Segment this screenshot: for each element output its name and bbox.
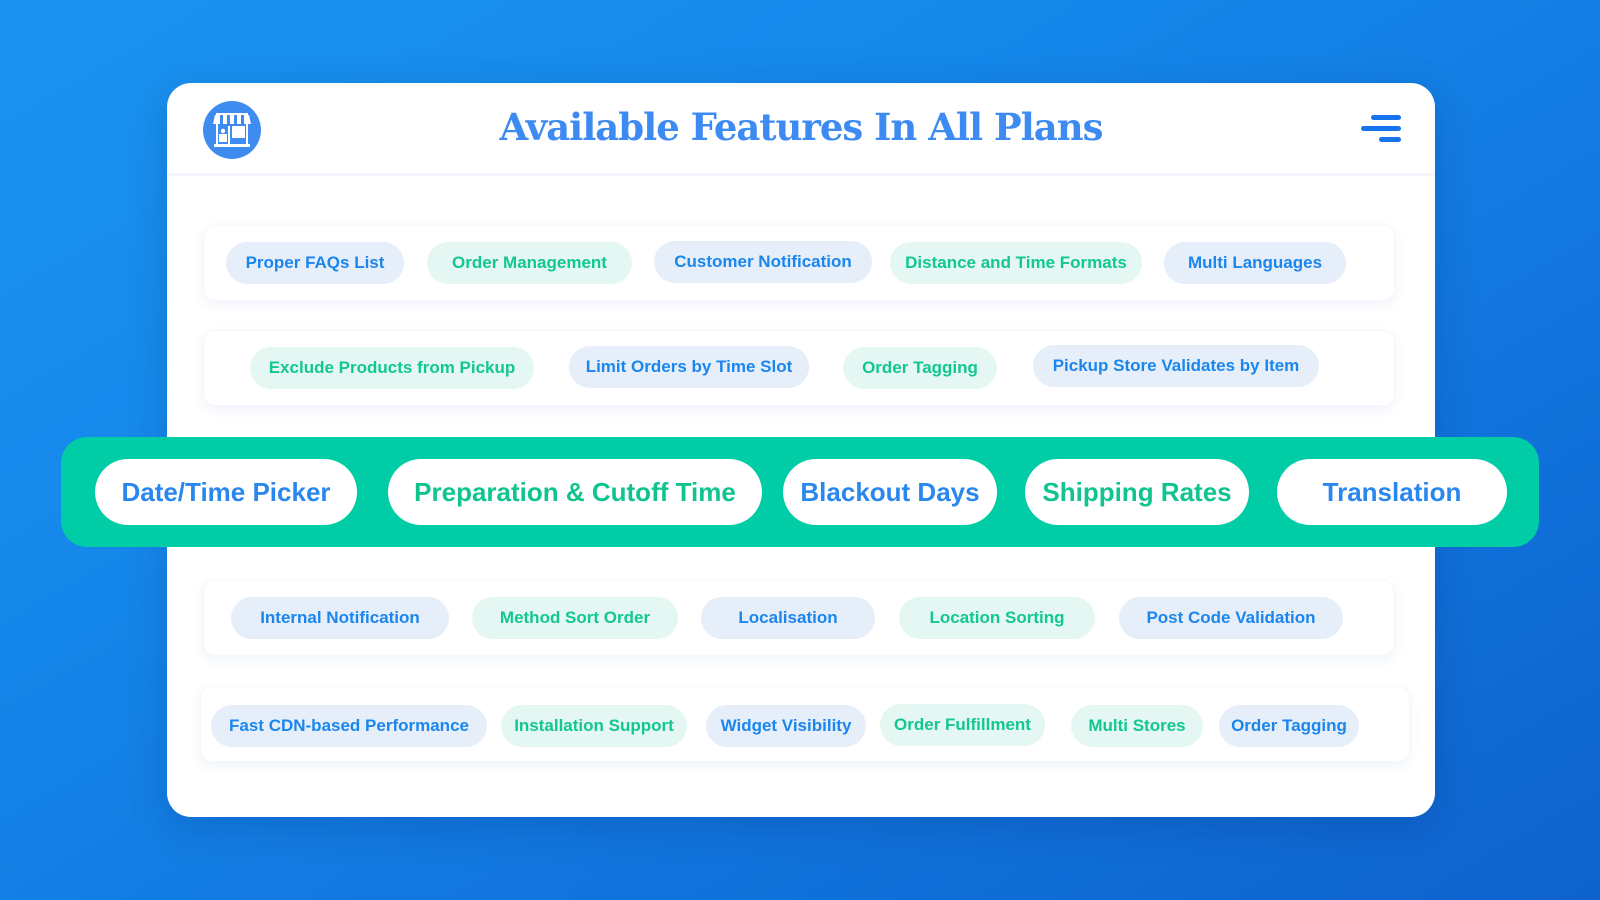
feature-pill[interactable]: Customer Notification xyxy=(654,241,872,283)
highlighted-feature-pill[interactable]: Translation xyxy=(1277,459,1507,525)
feature-row: Exclude Products from Pickup Limit Order… xyxy=(203,330,1395,406)
feature-row: Fast CDN-based Performance Installation … xyxy=(200,686,1410,762)
page-title: Available Features In All Plans xyxy=(499,105,1104,149)
feature-pill[interactable]: Pickup Store Validates by Item xyxy=(1033,345,1319,387)
feature-pill[interactable]: Multi Languages xyxy=(1164,242,1346,284)
feature-pill[interactable]: Localisation xyxy=(701,597,875,639)
feature-pill[interactable]: Multi Stores xyxy=(1071,705,1203,747)
feature-pill[interactable]: Exclude Products from Pickup xyxy=(250,347,534,389)
highlighted-feature-pill[interactable]: Preparation & Cutoff Time xyxy=(388,459,762,525)
highlighted-feature-pill[interactable]: Blackout Days xyxy=(783,459,997,525)
feature-pill[interactable]: Order Tagging xyxy=(843,347,997,389)
feature-row: Internal Notification Method Sort Order … xyxy=(203,580,1395,656)
feature-pill[interactable]: Fast CDN-based Performance xyxy=(211,705,487,747)
highlighted-feature-pill[interactable]: Date/Time Picker xyxy=(95,459,357,525)
feature-pill[interactable]: Distance and Time Formats xyxy=(890,242,1142,284)
feature-pill[interactable]: Internal Notification xyxy=(231,597,449,639)
feature-pill[interactable]: Installation Support xyxy=(501,705,687,747)
feature-pill[interactable]: Limit Orders by Time Slot xyxy=(569,346,809,388)
feature-pill[interactable]: Widget Visibility xyxy=(706,705,866,747)
card-header: Available Features In All Plans xyxy=(167,83,1435,176)
menu-icon[interactable] xyxy=(1359,113,1401,147)
feature-pill[interactable]: Order Tagging xyxy=(1219,705,1359,747)
highlighted-features-band: Date/Time Picker Preparation & Cutoff Ti… xyxy=(61,437,1539,547)
feature-pill[interactable]: Order Fulfillment xyxy=(880,704,1045,746)
feature-pill[interactable]: Location Sorting xyxy=(899,597,1095,639)
feature-pill[interactable]: Method Sort Order xyxy=(472,597,678,639)
feature-row: Proper FAQs List Order Management Custom… xyxy=(203,225,1395,301)
feature-pill[interactable]: Proper FAQs List xyxy=(226,242,404,284)
feature-pill[interactable]: Post Code Validation xyxy=(1119,597,1343,639)
feature-pill[interactable]: Order Management xyxy=(427,242,632,284)
highlighted-feature-pill[interactable]: Shipping Rates xyxy=(1025,459,1249,525)
